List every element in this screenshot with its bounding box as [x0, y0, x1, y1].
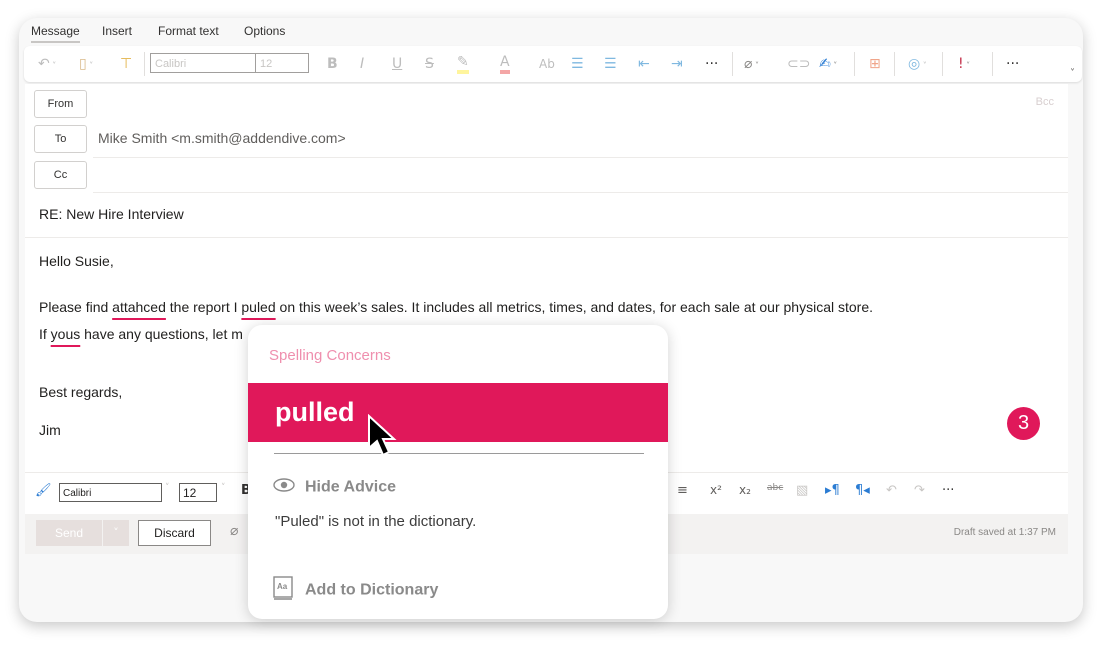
bullets-icon[interactable]: ☰ [571, 54, 584, 74]
more-icon[interactable]: ··· [1006, 54, 1019, 74]
discard-button[interactable]: Discard [138, 520, 211, 546]
font-size-input[interactable]: 12 [179, 483, 217, 502]
mouse-cursor-icon [368, 414, 397, 457]
from-button[interactable]: From [34, 90, 87, 118]
chevron-down-icon[interactable]: ˅ [165, 483, 170, 493]
divider [93, 157, 1068, 158]
italic-icon[interactable]: I [360, 54, 364, 74]
body-text: the report I [165, 299, 242, 315]
tab-insert[interactable]: Insert [102, 24, 132, 38]
ltr-icon[interactable]: ▸¶ [825, 483, 840, 498]
picture-icon[interactable]: ▧ [796, 483, 808, 498]
bold-icon[interactable]: B [327, 54, 338, 74]
strikethrough-icon[interactable]: abc [767, 483, 783, 493]
to-button[interactable]: To [34, 125, 87, 153]
ribbon-toolbar: ↶ ˅ ▯ ˅ ⊤ Calibri 12 B I U S ✎ A Ab ☰ ☰ … [24, 46, 1082, 82]
signature-icon[interactable]: ✍ ˅ [819, 54, 837, 76]
tab-format-text[interactable]: Format text [158, 24, 219, 38]
bcc-button[interactable]: Bcc [1036, 96, 1054, 108]
body-text: Please find [39, 299, 113, 315]
svg-text:Aa: Aa [277, 582, 288, 591]
chevron-down-icon[interactable]: ˅ [1070, 68, 1075, 79]
increase-indent-icon[interactable]: ⇥ [671, 54, 683, 74]
align-right-icon[interactable]: ≡ [677, 483, 688, 498]
numbering-icon[interactable]: ☰ [604, 54, 617, 74]
body-paragraph-2[interactable]: If yous have any questions, let m [39, 326, 243, 342]
underline-icon[interactable]: U [392, 54, 402, 74]
styles-icon[interactable]: Ab [539, 54, 555, 74]
redo-icon[interactable]: ↷ [914, 483, 925, 498]
font-name-input[interactable]: Calibri [59, 483, 162, 502]
eye-icon [273, 478, 297, 497]
body-greeting[interactable]: Hello Susie, [39, 253, 114, 269]
cc-button[interactable]: Cc [34, 161, 87, 189]
body-text: on this week’s sales. It includes all me… [275, 299, 873, 315]
misspelled-word[interactable]: attahced [112, 299, 166, 315]
divider [274, 453, 644, 454]
send-button[interactable]: Send [36, 520, 102, 546]
draft-status: Draft saved at 1:37 PM [953, 527, 1056, 538]
attach-icon[interactable]: ⌀ [230, 523, 238, 539]
divider [942, 52, 943, 76]
undo-icon[interactable]: ↶ ˅ [38, 54, 56, 76]
highlight-icon[interactable]: ✎ [457, 54, 469, 74]
misspelled-word[interactable]: puled [241, 299, 275, 315]
more-icon[interactable]: ··· [705, 54, 718, 74]
divider [732, 52, 733, 76]
rtl-icon[interactable]: ¶◂ [855, 483, 870, 498]
divider [25, 237, 1068, 238]
popup-title: Spelling Concerns [269, 347, 391, 364]
body-text: If [39, 326, 51, 342]
subscript-icon[interactable]: x₂ [739, 483, 751, 497]
importance-icon[interactable]: ! ˅ [958, 54, 970, 76]
loop-icon[interactable]: ◎ ˅ [908, 54, 927, 76]
divider [144, 52, 145, 76]
divider [93, 192, 1068, 193]
strikethrough-icon[interactable]: S [425, 54, 434, 74]
misspelled-word[interactable]: yous [51, 326, 81, 342]
format-painter-icon[interactable]: ⊤ [120, 54, 132, 74]
tab-options[interactable]: Options [244, 24, 285, 38]
issue-count-badge: 3 [1007, 407, 1040, 440]
divider [992, 52, 993, 76]
hide-advice-label: Hide Advice [305, 478, 396, 496]
body-paragraph-1[interactable]: Please find attahced the report I puled … [39, 299, 873, 315]
add-to-dictionary-label: Add to Dictionary [305, 581, 439, 599]
font-size-select[interactable]: 12 [255, 53, 309, 73]
attach-icon[interactable]: ⌀ ˅ [744, 54, 759, 76]
add-to-dictionary-button[interactable]: Aa Add to Dictionary [273, 576, 438, 605]
dictionary-icon: Aa [273, 576, 297, 605]
more-icon[interactable]: ··· [942, 483, 954, 498]
send-options-chevron-icon[interactable]: ˅ [103, 520, 129, 546]
font-color-icon[interactable]: A [500, 54, 510, 74]
spelling-suggestion-button[interactable]: pulled [248, 383, 668, 442]
table-icon[interactable]: ⊞ [869, 54, 881, 74]
spelling-message: "Puled" is not in the dictionary. [275, 513, 477, 530]
body-text: have any questions, let m [80, 326, 243, 342]
superscript-icon[interactable]: x² [710, 483, 722, 497]
spelling-popup: Spelling Concerns pulled Hide Advice "Pu… [248, 325, 668, 619]
body-signature[interactable]: Jim [39, 422, 61, 438]
to-recipient[interactable]: Mike Smith <m.smith@addendive.com> [98, 130, 346, 146]
link-icon[interactable]: ⊂⊃ [787, 54, 810, 74]
subject-field[interactable]: RE: New Hire Interview [39, 206, 184, 222]
hide-advice-button[interactable]: Hide Advice [273, 478, 396, 497]
decrease-indent-icon[interactable]: ⇤ [638, 54, 650, 74]
paste-icon[interactable]: ▯ ˅ [79, 54, 93, 76]
undo-icon[interactable]: ↶ [886, 483, 897, 498]
format-painter-icon[interactable]: 🖌 [35, 483, 52, 498]
tab-message[interactable]: Message [31, 24, 80, 43]
ribbon-tabs: Message Insert Format text Options [19, 18, 1083, 44]
body-closing[interactable]: Best regards, [39, 384, 122, 400]
chevron-down-icon[interactable]: ˅ [221, 483, 226, 493]
divider [894, 52, 895, 76]
divider [854, 52, 855, 76]
font-name-select[interactable]: Calibri [150, 53, 256, 73]
